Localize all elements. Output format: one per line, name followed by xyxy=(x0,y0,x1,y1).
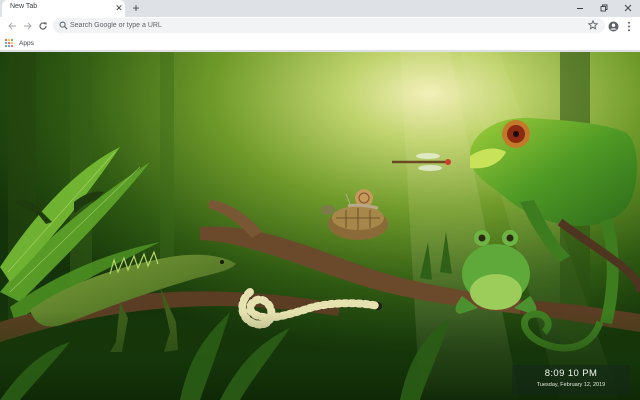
bookmark-apps-label: Apps xyxy=(19,39,34,47)
bookmarks-bar: Apps xyxy=(0,35,640,51)
apps-dot xyxy=(8,42,10,44)
apps-dot xyxy=(5,39,7,41)
tab-close-icon[interactable]: ✕ xyxy=(114,2,124,14)
jungle-wallpaper xyxy=(0,52,640,400)
clock-widget: 8:09 10 PM Tuesday, February 12, 2019 xyxy=(512,365,630,395)
new-tab-page: 8:09 10 PM Tuesday, February 12, 2019 xyxy=(0,52,640,400)
address-input[interactable] xyxy=(70,18,570,33)
apps-dot xyxy=(11,39,13,41)
kebab-menu-icon[interactable] xyxy=(624,19,634,33)
apps-grid-icon xyxy=(5,39,13,47)
bookmark-star-icon[interactable] xyxy=(587,19,599,31)
reload-icon[interactable] xyxy=(36,19,50,33)
apps-dot xyxy=(8,39,10,41)
omnibox[interactable] xyxy=(53,18,605,33)
forward-arrow-icon[interactable] xyxy=(21,19,35,33)
apps-dot xyxy=(5,42,7,44)
tab-strip: New Tab ✕ + xyxy=(0,0,640,17)
window-close-icon[interactable] xyxy=(618,0,638,15)
apps-dot xyxy=(11,45,13,47)
back-arrow-icon[interactable] xyxy=(5,19,19,33)
minimize-icon[interactable] xyxy=(570,0,590,15)
bookmark-apps[interactable]: Apps xyxy=(5,37,34,49)
apps-dot xyxy=(5,45,7,47)
restore-icon[interactable] xyxy=(594,0,614,15)
apps-dot xyxy=(11,42,13,44)
profile-avatar-icon[interactable] xyxy=(607,19,620,33)
tab-new-tab[interactable]: New Tab ✕ xyxy=(2,0,125,17)
tab-title: New Tab xyxy=(10,3,38,10)
clock-date: Tuesday, February 12, 2019 xyxy=(536,382,606,388)
search-icon xyxy=(59,21,68,30)
clock-time: 8:09 10 PM xyxy=(544,368,598,379)
toolbar xyxy=(0,17,640,35)
new-tab-plus-icon[interactable]: + xyxy=(130,1,142,15)
apps-dot xyxy=(8,45,10,47)
